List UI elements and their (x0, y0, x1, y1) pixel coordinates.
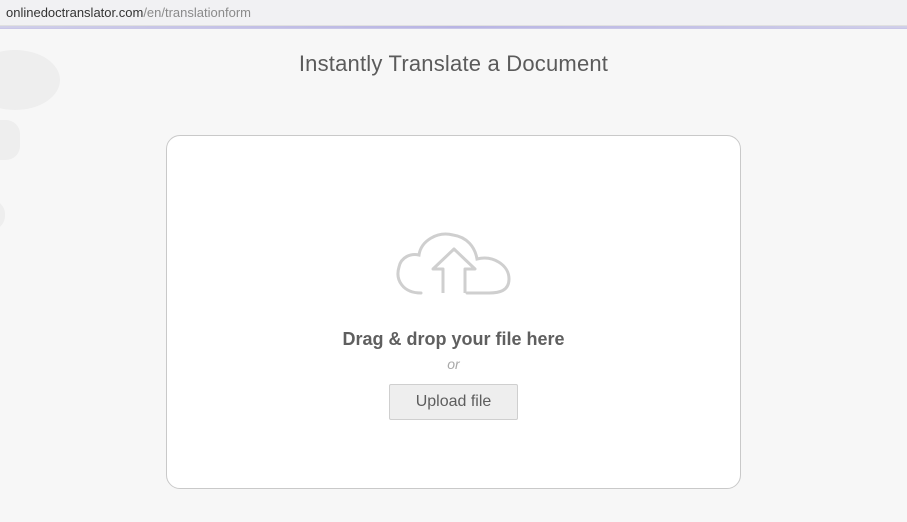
file-dropzone[interactable]: Drag & drop your file here or Upload fil… (166, 135, 741, 489)
page-title: Instantly Translate a Document (0, 51, 907, 77)
or-separator: or (447, 356, 459, 372)
cloud-upload-icon (389, 225, 519, 305)
main-content: Instantly Translate a Document Drag & dr… (0, 29, 907, 489)
url-path: /en/translationform (143, 5, 251, 20)
url-domain: onlinedoctranslator.com (6, 5, 143, 20)
address-bar[interactable]: onlinedoctranslator.com/en/translationfo… (0, 0, 907, 26)
drop-instruction: Drag & drop your file here (342, 329, 564, 350)
upload-file-button[interactable]: Upload file (389, 384, 519, 420)
